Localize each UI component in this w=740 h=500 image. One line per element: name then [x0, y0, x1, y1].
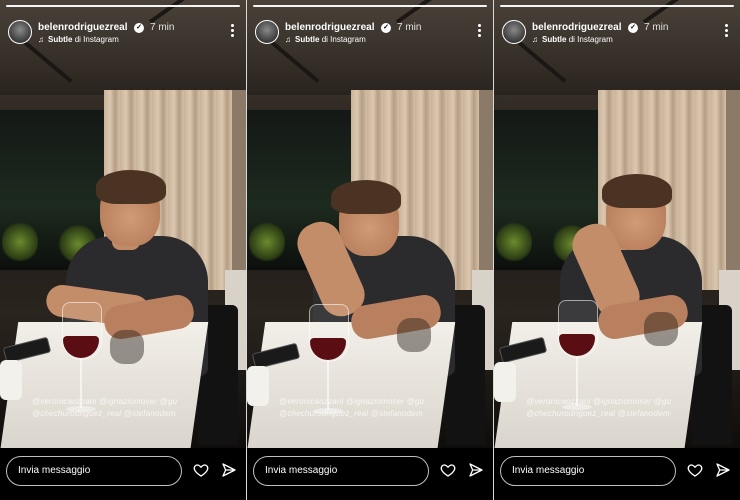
story-panel-1[interactable]: @veronicaozzani @ignaziomoser @gu @chech…	[0, 0, 246, 500]
story-header: belenrodriguezreal ✓ 7 min ♫ Subtle di I…	[8, 20, 240, 48]
music-attribution[interactable]: Subtle di Instagram	[295, 35, 366, 44]
music-source: Instagram	[330, 35, 366, 44]
plate	[494, 362, 516, 402]
music-source-prefix: di	[74, 35, 81, 44]
reply-input[interactable]: Invia messaggio	[500, 456, 676, 486]
music-title: Subtle	[295, 35, 320, 44]
music-title: Subtle	[542, 35, 567, 44]
story-photo[interactable]: @veronicaozzani @ignaziomoser @gu @chech…	[494, 0, 740, 448]
garden-tree	[2, 220, 38, 264]
curtain	[232, 90, 246, 300]
story-photo[interactable]: @veronicaozzani @ignaziomoser @gu @chech…	[247, 0, 493, 448]
username[interactable]: belenrodriguezreal	[532, 22, 621, 33]
mention-line[interactable]: @chechurodriguez_real @stefanodem	[526, 408, 726, 420]
story-progress-bar	[500, 5, 734, 7]
plate	[0, 360, 22, 400]
music-source-prefix: di	[321, 35, 328, 44]
garden-tree	[249, 220, 285, 264]
verified-badge-icon: ✓	[628, 23, 638, 33]
music-attribution[interactable]: Subtle di Instagram	[542, 35, 613, 44]
mention-line[interactable]: @veronicaozzani @ignaziomoser @gu	[32, 396, 232, 408]
story-panel-3[interactable]: @veronicaozzani @ignaziomoser @gu @chech…	[494, 0, 740, 500]
music-attribution[interactable]: Subtle di Instagram	[48, 35, 119, 44]
username[interactable]: belenrodriguezreal	[38, 22, 127, 33]
verified-badge-icon: ✓	[381, 23, 391, 33]
music-source: Instagram	[83, 35, 119, 44]
curtain	[479, 90, 493, 300]
heart-icon[interactable]	[440, 462, 456, 478]
send-icon[interactable]	[221, 462, 237, 478]
person-hair	[96, 170, 166, 204]
verified-badge-icon: ✓	[134, 23, 144, 33]
reply-input[interactable]: Invia messaggio	[253, 456, 429, 486]
person-hair	[602, 174, 672, 208]
music-note-icon: ♫	[285, 35, 291, 44]
music-note-icon: ♫	[38, 35, 44, 44]
tattoo	[397, 318, 431, 352]
garden-tree	[496, 220, 532, 264]
reply-placeholder: Invia messaggio	[18, 465, 91, 476]
story-header: belenrodriguezreal ✓ 7 min ♫ Subtle di I…	[502, 20, 734, 48]
story-time: 7 min	[397, 22, 422, 33]
more-vertical-icon[interactable]	[725, 24, 728, 38]
music-note-icon: ♫	[532, 35, 538, 44]
tattoo	[644, 312, 678, 346]
story-time: 7 min	[644, 22, 669, 33]
mention-line[interactable]: @veronicaozzani @ignaziomoser @gu	[526, 396, 726, 408]
person-hair	[331, 180, 401, 214]
story-panel-2[interactable]: @veronicaozzani @ignaziomoser @gu @chech…	[247, 0, 493, 500]
story-header: belenrodriguezreal ✓ 7 min ♫ Subtle di I…	[255, 20, 487, 48]
heart-icon[interactable]	[687, 462, 703, 478]
avatar[interactable]	[255, 20, 279, 44]
reply-placeholder: Invia messaggio	[265, 465, 338, 476]
heart-icon[interactable]	[193, 462, 209, 478]
story-time: 7 min	[150, 22, 175, 33]
reply-input[interactable]: Invia messaggio	[6, 456, 182, 486]
mention-line[interactable]: @chechurodriguez_real @stefanodem	[32, 408, 232, 420]
music-title: Subtle	[48, 35, 73, 44]
avatar[interactable]	[502, 20, 526, 44]
story-progress-bar	[253, 5, 487, 7]
music-source: Instagram	[577, 35, 613, 44]
send-icon[interactable]	[468, 462, 484, 478]
more-vertical-icon[interactable]	[231, 24, 234, 38]
more-vertical-icon[interactable]	[478, 24, 481, 38]
mention-tags[interactable]: @veronicaozzani @ignaziomoser @gu @chech…	[279, 396, 479, 420]
send-icon[interactable]	[715, 462, 731, 478]
avatar[interactable]	[8, 20, 32, 44]
reply-placeholder: Invia messaggio	[512, 465, 585, 476]
tattoo	[110, 330, 144, 364]
mention-tags[interactable]: @veronicaozzani @ignaziomoser @gu @chech…	[526, 396, 726, 420]
mention-line[interactable]: @chechurodriguez_real @stefanodem	[279, 408, 479, 420]
story-photo[interactable]: @veronicaozzani @ignaziomoser @gu @chech…	[0, 0, 246, 448]
story-progress-bar	[6, 5, 240, 7]
mention-line[interactable]: @veronicaozzani @ignaziomoser @gu	[279, 396, 479, 408]
plate	[247, 366, 269, 406]
mention-tags[interactable]: @veronicaozzani @ignaziomoser @gu @chech…	[32, 396, 232, 420]
username[interactable]: belenrodriguezreal	[285, 22, 374, 33]
curtain	[726, 90, 740, 300]
music-source-prefix: di	[568, 35, 575, 44]
